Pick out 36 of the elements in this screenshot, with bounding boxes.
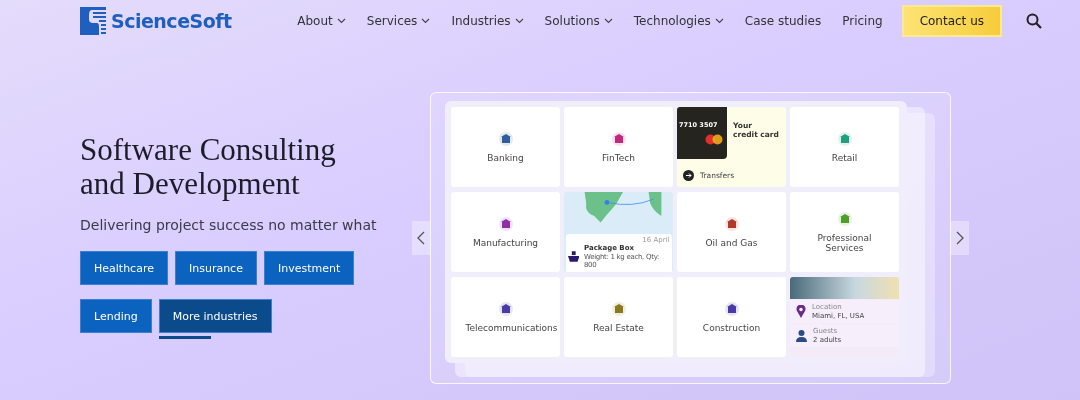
logo-icon [80, 7, 106, 35]
search-icon[interactable] [1026, 13, 1042, 29]
nav-link[interactable]: Services [366, 14, 431, 28]
nav-link[interactable]: Solutions [544, 14, 613, 28]
industry-button[interactable]: Healthcare [80, 251, 168, 285]
nav-link[interactable]: Industries [451, 14, 524, 28]
logo-text: ScienceSoft [111, 10, 232, 32]
person-icon [796, 329, 807, 342]
industry-tile[interactable]: Telecommunications [451, 277, 560, 357]
nav-link[interactable]: Technologies [633, 14, 724, 28]
more-industries-button[interactable]: More industries [158, 299, 272, 333]
hero-title: Software Consulting and Development [80, 133, 337, 201]
chevron-right-icon [956, 231, 964, 245]
industry-tile[interactable]: FinTech [564, 107, 673, 187]
contact-button[interactable]: Contact us [901, 5, 1002, 37]
industry-tile[interactable]: Professional Services [790, 192, 899, 272]
hero-subtitle: Delivering project success no matter what [80, 217, 378, 233]
industry-tile[interactable]: Retail [790, 107, 899, 187]
industry-button[interactable]: Insurance [174, 251, 257, 285]
nav-link[interactable]: Case studies [744, 14, 822, 28]
chevron-left-icon [417, 231, 425, 245]
industry-tile[interactable]: Oil and Gas [677, 192, 786, 272]
industry-tile[interactable]: Construction [677, 277, 786, 357]
nav-link[interactable]: About [297, 14, 346, 28]
industry-tile[interactable]: Banking [451, 107, 560, 187]
arrow-right-icon [683, 170, 694, 181]
industry-tile[interactable]: Real Estate [564, 277, 673, 357]
ship-icon [567, 251, 579, 262]
location-pin-icon [796, 305, 806, 318]
next-arrow-button[interactable] [951, 221, 969, 255]
industry-tile[interactable]: Manufacturing [451, 192, 560, 272]
nav-link[interactable]: Pricing [842, 14, 883, 28]
industry-button[interactable]: Investment [263, 251, 355, 285]
industry-button[interactable]: Lending [80, 299, 152, 333]
sciencesoft-logo[interactable]: ScienceSoft [80, 7, 232, 35]
previous-arrow-button[interactable] [412, 221, 430, 255]
